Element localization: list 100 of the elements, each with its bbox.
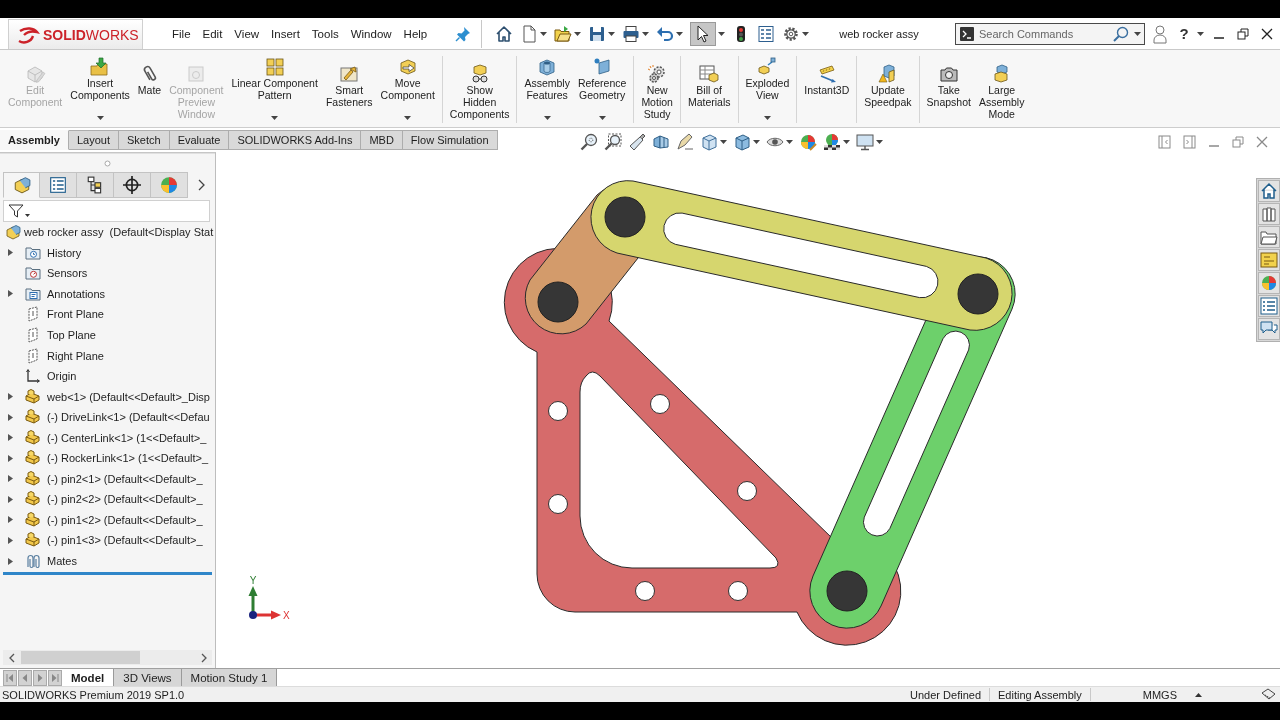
menu-item[interactable]: File <box>166 25 197 42</box>
ribbon-button[interactable]: Instant3D <box>800 50 854 127</box>
caret-icon[interactable] <box>540 31 548 36</box>
ribbon-button[interactable]: New Motion Study <box>637 50 677 127</box>
table-part-icon[interactable] <box>699 64 720 84</box>
ribbon-button[interactable]: Show Hidden Components <box>445 50 514 127</box>
terminal-icon[interactable] <box>960 26 974 41</box>
property-list-icon[interactable] <box>49 176 67 194</box>
magnifier-frame-icon[interactable] <box>603 133 622 151</box>
history-folder-icon[interactable] <box>25 244 41 261</box>
command-tab[interactable]: Layout <box>69 130 119 150</box>
part-icon[interactable] <box>25 450 41 467</box>
close-icon[interactable] <box>1261 27 1273 40</box>
caret-icon[interactable] <box>404 116 412 120</box>
annotation-folder-icon[interactable] <box>25 285 41 302</box>
crosshair-icon[interactable] <box>123 176 141 194</box>
menu-item[interactable]: Window <box>344 25 398 42</box>
ribbon-button[interactable]: Bill of Materials <box>683 50 735 127</box>
tree-item[interactable]: (-) pin2<1> (Default<<Default>_ <box>0 468 215 490</box>
print-icon[interactable] <box>622 24 641 43</box>
expand-arrow-icon[interactable] <box>8 249 13 257</box>
scrollbar-thumb[interactable] <box>21 651 140 664</box>
tree-item[interactable]: Origin <box>0 365 215 387</box>
scroll-left-icon[interactable] <box>8 652 16 663</box>
part-icon[interactable] <box>25 470 41 487</box>
pencil-icon[interactable] <box>675 133 694 151</box>
assembly-icon[interactable] <box>12 176 31 194</box>
tree-item[interactable]: (-) pin1<2> (Default<<Default>_ <box>0 509 215 531</box>
part-icon[interactable] <box>25 388 41 405</box>
gauge-folder-icon[interactable] <box>25 265 41 282</box>
ribbon-button[interactable]: Reference Geometry <box>573 50 631 127</box>
tree-item[interactable]: Sensors <box>0 263 215 284</box>
chevron-right-icon[interactable] <box>198 179 206 191</box>
panel-tab[interactable] <box>40 172 77 198</box>
search-icon[interactable] <box>1113 25 1129 42</box>
monitor-icon[interactable] <box>855 133 874 151</box>
expand-arrow-icon[interactable] <box>8 516 13 524</box>
cylinders-icon[interactable] <box>1258 203 1280 225</box>
help-button[interactable]: ? <box>1179 25 1189 42</box>
settings-icon[interactable] <box>782 24 801 43</box>
config-tree-icon[interactable] <box>86 176 104 194</box>
folder-arrow-icon[interactable] <box>90 57 111 77</box>
exploded-parts-icon[interactable] <box>757 57 778 77</box>
tree-item[interactable]: Annotations <box>0 283 215 305</box>
part-icon[interactable] <box>25 409 41 426</box>
parts-glasses-icon[interactable] <box>469 64 490 84</box>
ribbon-button[interactable]: Move Component <box>376 50 439 127</box>
part-icon[interactable] <box>25 429 41 446</box>
telescope-icon[interactable] <box>627 133 646 151</box>
tree-item[interactable]: (-) RockerLink<1> (1<<Default>_ <box>0 448 215 469</box>
pencil-frame-icon[interactable] <box>339 64 360 84</box>
expand-arrow-icon[interactable] <box>8 454 13 462</box>
rollback-bar[interactable] <box>3 572 212 576</box>
ribbon-button[interactable]: Insert Components <box>66 50 134 127</box>
part-icon[interactable] <box>25 511 41 528</box>
cube-arrow-icon[interactable] <box>397 57 418 77</box>
paperclip-icon[interactable] <box>25 553 41 569</box>
ruler-arrow-icon[interactable] <box>816 64 837 84</box>
caret-icon[interactable] <box>271 116 279 120</box>
menu-item[interactable]: Tools <box>305 25 345 42</box>
assembly-icon[interactable] <box>5 224 21 241</box>
caret-icon[interactable] <box>875 140 883 144</box>
tree-item[interactable]: Right Plane <box>0 345 215 366</box>
funnel-icon[interactable] <box>8 203 24 219</box>
save-icon[interactable] <box>588 24 607 43</box>
caret-icon[interactable] <box>1197 31 1204 36</box>
grip-dot-icon[interactable] <box>104 159 111 167</box>
panel-tab[interactable] <box>114 172 151 198</box>
caret-icon[interactable] <box>574 31 582 36</box>
menu-item[interactable]: Help <box>397 25 434 42</box>
tree-item[interactable]: (-) pin2<2> (Default<<Default>_ <box>0 489 215 510</box>
tree-item[interactable]: (-) DriveLink<1> (Default<<Defau <box>0 406 215 428</box>
caret-icon[interactable] <box>785 140 793 144</box>
list-icon[interactable] <box>1258 295 1280 317</box>
tree-item[interactable]: Front Plane <box>0 304 215 325</box>
home-icon[interactable] <box>1258 180 1280 202</box>
menu-item[interactable]: Insert <box>265 25 306 42</box>
ribbon-button[interactable]: Linear Component Pattern <box>227 50 322 127</box>
tree-item[interactable]: (-) CenterLink<1> (1<<Default>_ <box>0 427 215 448</box>
caret-icon[interactable] <box>96 116 104 120</box>
command-tab[interactable]: SOLIDWORKS Add-Ins <box>229 130 362 150</box>
chat-icon[interactable] <box>1258 318 1280 340</box>
caret-icon[interactable] <box>598 116 606 120</box>
color-ball-icon[interactable] <box>160 176 178 194</box>
caret-icon[interactable] <box>1134 31 1141 36</box>
ribbon-button[interactable]: Exploded View <box>741 50 794 127</box>
ribbon-button[interactable]: Smart Fasteners <box>321 50 377 127</box>
caret-icon[interactable] <box>25 213 30 217</box>
ribbon-button[interactable]: Mate <box>133 50 166 127</box>
command-tab[interactable]: MBD <box>361 130 403 150</box>
tree-item[interactable]: History <box>0 242 215 264</box>
filter-field[interactable] <box>3 200 210 222</box>
tree-item[interactable]: web rocker assy (Default<Display Stat <box>0 222 215 243</box>
ribbon-button[interactable]: Update Speedpak <box>860 50 916 127</box>
caret-icon[interactable] <box>763 116 771 120</box>
cube-icon[interactable] <box>699 133 718 151</box>
caret-icon[interactable] <box>719 140 727 144</box>
properties-icon[interactable] <box>757 24 776 43</box>
tree-item[interactable]: Top Plane <box>0 324 215 346</box>
restore-icon[interactable] <box>1237 27 1249 40</box>
